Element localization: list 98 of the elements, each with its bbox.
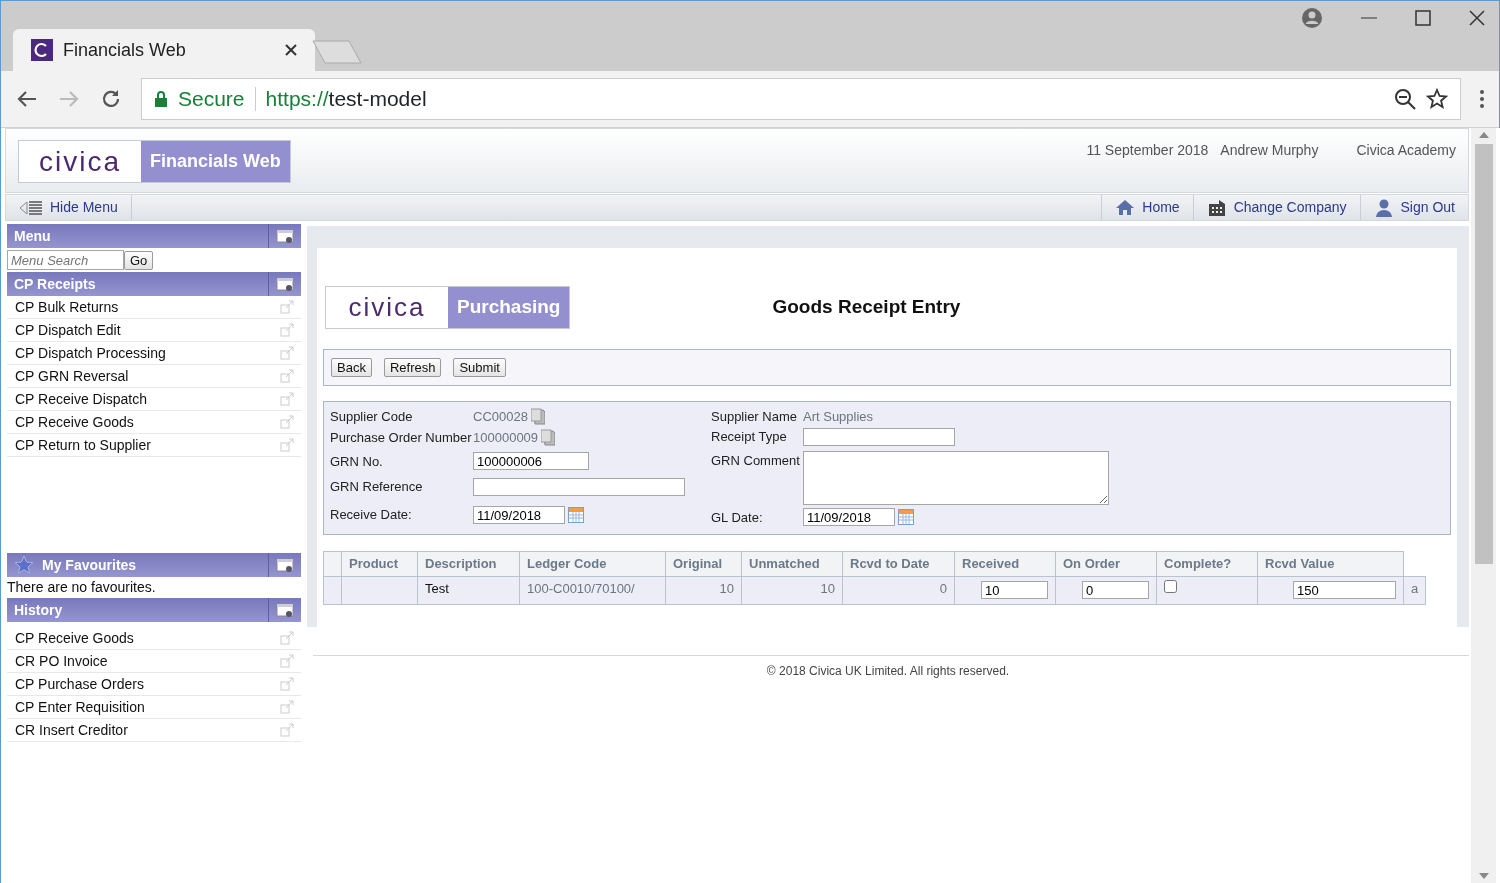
star-icon (14, 555, 34, 575)
column-header: Rcvd Value (1257, 551, 1404, 576)
complete-checkbox[interactable] (1164, 579, 1177, 593)
table-cell: 0 (842, 576, 955, 604)
close-icon[interactable] (1469, 10, 1485, 26)
document-icon[interactable] (541, 429, 556, 447)
field-label: Receive Date: (330, 506, 413, 525)
nav-link[interactable]: Change Company (1192, 195, 1360, 220)
scrollbar[interactable] (1471, 128, 1496, 883)
field-label: GRN Comment (711, 451, 801, 470)
field-label: GRN No. (330, 452, 384, 471)
date-field[interactable]: 11/09/2018 (803, 508, 895, 527)
field-label: GRN Reference (330, 478, 424, 497)
purchasing-logo: civica Purchasing (325, 286, 571, 329)
building-icon (1206, 197, 1227, 218)
zoom-out-icon[interactable] (1394, 88, 1416, 110)
external-link-icon (280, 438, 294, 452)
table-cell: 10 (665, 576, 742, 604)
input-field[interactable] (803, 428, 955, 447)
collapse-menu-icon (19, 199, 43, 216)
action-button[interactable]: Back (331, 358, 372, 377)
external-link-icon (280, 723, 294, 737)
secure-label: Secure (178, 86, 245, 113)
external-link-icon (280, 392, 294, 406)
column-header: Received (954, 551, 1056, 576)
external-link-icon (280, 369, 294, 383)
field-label: GL Date: (711, 508, 764, 527)
panel-title: CP Receipts (14, 274, 96, 294)
external-link-icon (280, 323, 294, 337)
star-icon[interactable] (1426, 88, 1448, 110)
field-value: CC00028 (473, 407, 528, 426)
home-icon (1115, 197, 1136, 218)
external-link-icon (280, 346, 294, 360)
table-cell: a (1403, 576, 1426, 604)
profile-icon[interactable] (1301, 7, 1323, 29)
field-label: Purchase Order Number (330, 428, 473, 447)
panel-title: Menu (14, 226, 51, 246)
external-link-icon (280, 700, 294, 714)
window-icon[interactable] (276, 228, 294, 244)
field-label: Supplier Code (330, 407, 414, 426)
empty-message: There are no favourites. (7, 578, 157, 597)
maximize-icon[interactable] (1415, 10, 1431, 26)
comment-field[interactable] (803, 450, 1109, 505)
page-title: Goods Receipt Entry (772, 295, 961, 320)
action-button[interactable]: Refresh (383, 358, 442, 377)
hide-menu-button[interactable]: Hide Menu (6, 195, 132, 220)
user-name: Andrew Murphy (1220, 141, 1319, 160)
external-link-icon (280, 300, 294, 314)
field-label: Supplier Name (711, 407, 798, 426)
field-label: Receipt Type (711, 428, 788, 447)
date-text: 11 September 2018 (1086, 141, 1209, 160)
nav-link[interactable]: Home (1101, 195, 1193, 220)
column-header: Description (417, 551, 520, 576)
menu-icon[interactable] (1479, 88, 1485, 110)
external-link-icon (280, 654, 294, 668)
address-bar[interactable]: Secure https://test-model (141, 78, 1461, 120)
panel-title: My Favourites (42, 555, 137, 575)
column-header: Original (665, 551, 742, 576)
table-input-field[interactable]: 0 (1082, 581, 1149, 599)
column-header: On Order (1055, 551, 1157, 576)
person-icon (1373, 197, 1394, 218)
menu-search-field[interactable]: Menu Search (7, 250, 124, 270)
browser-tab[interactable]: Financials Web (13, 29, 315, 71)
external-link-icon (280, 631, 294, 645)
organisation-name: Civica Academy (1356, 141, 1456, 160)
table-cell: 100-C0010/70100/ (519, 576, 666, 604)
action-button[interactable]: Submit (453, 358, 506, 377)
scroll-up-icon[interactable] (1478, 132, 1489, 138)
window-icon[interactable] (276, 602, 294, 618)
copyright-text: © 2018 Civica UK Limited. All rights reserved. (765, 663, 1011, 680)
column-header: Product (341, 551, 418, 576)
go-button[interactable]: Go (124, 250, 154, 270)
column-header: Unmatched (741, 551, 843, 576)
table-input-field[interactable]: 10 (981, 581, 1048, 599)
external-link-icon (280, 677, 294, 691)
column-header: Complete? (1156, 551, 1258, 576)
panel-title: History (14, 600, 63, 620)
window-icon[interactable] (276, 557, 294, 573)
column-header: Rcvd to Date (842, 551, 955, 576)
nav-link[interactable]: Sign Out (1359, 195, 1468, 220)
scroll-down-icon[interactable] (1478, 873, 1489, 879)
field-value: 100000009 (473, 428, 539, 447)
date-field[interactable]: 11/09/2018 (473, 506, 565, 525)
external-link-icon (280, 415, 294, 429)
close-icon[interactable] (285, 44, 297, 56)
calendar-icon[interactable] (568, 507, 584, 524)
column-header: Ledger Code (519, 551, 666, 576)
input-field[interactable]: 100000006 (473, 452, 589, 471)
field-value: Art Supplies (803, 407, 874, 426)
lock-icon (154, 90, 168, 108)
calendar-icon[interactable] (898, 509, 914, 526)
document-icon[interactable] (530, 408, 545, 426)
table-cell: Test (417, 576, 520, 604)
input-field[interactable] (473, 478, 685, 497)
table-input-field[interactable]: 150 (1293, 581, 1396, 599)
url-text: https://test-model (265, 86, 428, 113)
app-logo: civica Financials Web (18, 140, 291, 183)
table-cell: 10 (741, 576, 843, 604)
